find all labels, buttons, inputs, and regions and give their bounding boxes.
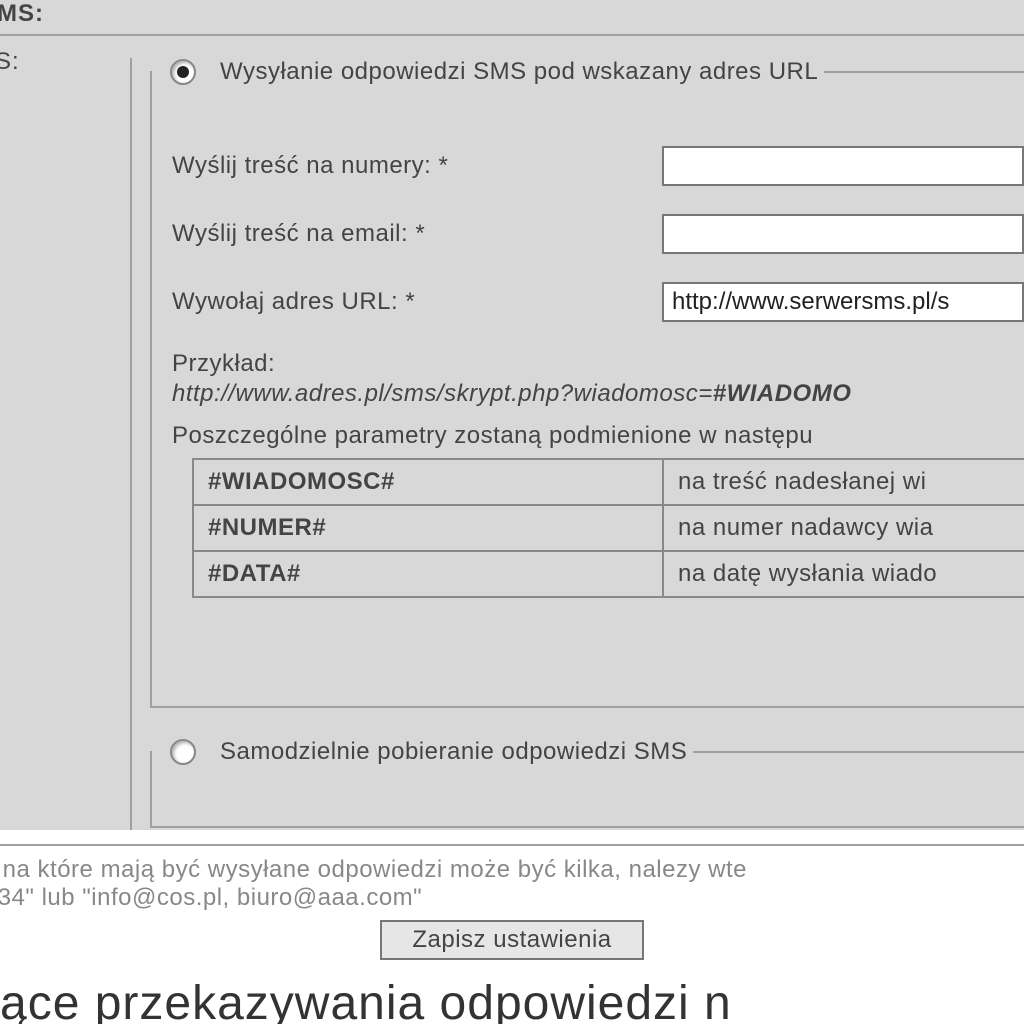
form-area: Wysyłanie odpowiedzi SMS pod wskazany ad… (150, 58, 1024, 830)
footer-heading: czące przekazywania odpowiedzi n (0, 976, 1024, 1024)
param-desc: na numer nadawcy wia (663, 505, 1024, 551)
input-email[interactable] (662, 214, 1024, 254)
param-key: #NUMER# (193, 505, 663, 551)
form-body: Wyślij treść na numery: * Wyślij treść n… (152, 86, 1024, 322)
vertical-divider (130, 58, 132, 830)
params-table: #WIADOMOSC# na treść nadesłanej wi #NUME… (192, 458, 1024, 598)
table-row: #WIADOMOSC# na treść nadesłanej wi (193, 459, 1024, 505)
radio-send-url[interactable] (170, 59, 196, 85)
param-desc: na treść nadesłanej wi (663, 459, 1024, 505)
row-email: Wyślij treść na email: * (172, 214, 1024, 254)
example-url-bold: #WIADOMO (713, 380, 852, 407)
input-numbers[interactable] (662, 146, 1024, 186)
example-label: Przykład: (172, 350, 1024, 378)
group-self-fetch-legend[interactable]: Samodzielnie pobieranie odpowiedzi SMS (152, 738, 693, 766)
example-url: http://www.adres.pl/sms/skrypt.php?wiado… (172, 380, 1024, 408)
label-numbers: Wyślij treść na numery: * (172, 152, 662, 180)
param-desc: na datę wysłania wiado (663, 551, 1024, 597)
group-send-under-url-label: Wysyłanie odpowiedzi SMS pod wskazany ad… (220, 58, 818, 86)
group-self-fetch: Samodzielnie pobieranie odpowiedzi SMS (150, 738, 1024, 828)
table-row: #NUMER# na numer nadawcy wia (193, 505, 1024, 551)
settings-panel: SMS: S: Wysyłanie odpowiedzi SMS pod wsk… (0, 0, 1024, 830)
footnote-line2: 3334" lub "info@cos.pl, biuro@aaa.com" (0, 884, 1024, 912)
example-url-plain: http://www.adres.pl/sms/skrypt.php?wiado… (172, 380, 713, 407)
row-url: Wywołaj adres URL: * (172, 282, 1024, 322)
divider (0, 34, 1024, 36)
table-row: #DATA# na datę wysłania wiado (193, 551, 1024, 597)
group-send-under-url: Wysyłanie odpowiedzi SMS pod wskazany ad… (150, 58, 1024, 708)
footnote: ail na które mają być wysyłane odpowiedz… (0, 846, 1024, 912)
group-send-under-url-legend[interactable]: Wysyłanie odpowiedzi SMS pod wskazany ad… (152, 58, 824, 86)
footnote-line1: ail na które mają być wysyłane odpowiedz… (0, 856, 1024, 884)
group-self-fetch-label: Samodzielnie pobieranie odpowiedzi SMS (220, 738, 687, 766)
radio-self-fetch[interactable] (170, 739, 196, 765)
params-intro: Poszczególne parametry zostaną podmienio… (172, 422, 1024, 450)
input-url[interactable] (662, 282, 1024, 322)
param-key: #DATA# (193, 551, 663, 597)
section-header: SMS: (0, 0, 1024, 34)
side-label: S: (0, 48, 20, 76)
label-email: Wyślij treść na email: * (172, 220, 662, 248)
label-url: Wywołaj adres URL: * (172, 288, 662, 316)
row-numbers: Wyślij treść na numery: * (172, 146, 1024, 186)
param-key: #WIADOMOSC# (193, 459, 663, 505)
save-button[interactable]: Zapisz ustawienia (380, 920, 643, 960)
save-row: Zapisz ustawienia (0, 920, 1024, 960)
